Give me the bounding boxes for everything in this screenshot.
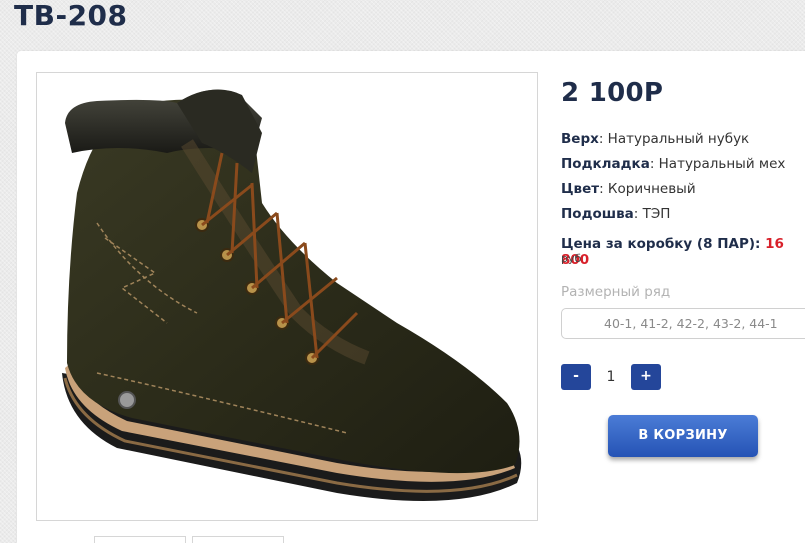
spec-label: Подкладка [561, 156, 650, 172]
spec-upper: Верх: Натуральный нубук [561, 131, 749, 147]
quantity-increase-button[interactable]: + [631, 364, 661, 390]
spec-value: : Коричневый [599, 181, 696, 197]
spec-color: Цвет: Коричневый [561, 181, 696, 197]
thumbnail[interactable] [94, 536, 186, 543]
boot-illustration [62, 89, 522, 501]
spec-value: : ТЭП [633, 206, 671, 222]
thumbnail[interactable] [192, 536, 284, 543]
page-title: TB-208 [14, 0, 128, 32]
currency-label: руб [561, 252, 582, 265]
size-range-field[interactable]: 40-1, 41-2, 42-2, 43-2, 44-1 [561, 308, 805, 339]
size-range-label: Размерный ряд [561, 284, 671, 300]
spec-label: Верх [561, 131, 599, 147]
add-to-cart-button[interactable]: В КОРЗИНУ [608, 415, 758, 457]
product-price: 2 100Р [561, 78, 664, 108]
quantity-input[interactable]: 1 [595, 364, 627, 390]
spec-label: Подошва [561, 206, 634, 222]
spec-value: : Натуральный мех [649, 156, 786, 172]
quantity-decrease-button[interactable]: - [561, 364, 591, 390]
spec-lining: Подкладка: Натуральный мех [561, 156, 785, 172]
spec-label: Цвет [561, 181, 600, 197]
box-price-label: Цена за коробку (8 ПАР): [561, 236, 766, 252]
product-image[interactable] [36, 72, 538, 521]
spec-sole: Подошва: ТЭП [561, 206, 670, 222]
spec-value: : Натуральный нубук [598, 131, 750, 147]
box-price: Цена за коробку (8 ПАР): 16 800 [561, 236, 805, 268]
